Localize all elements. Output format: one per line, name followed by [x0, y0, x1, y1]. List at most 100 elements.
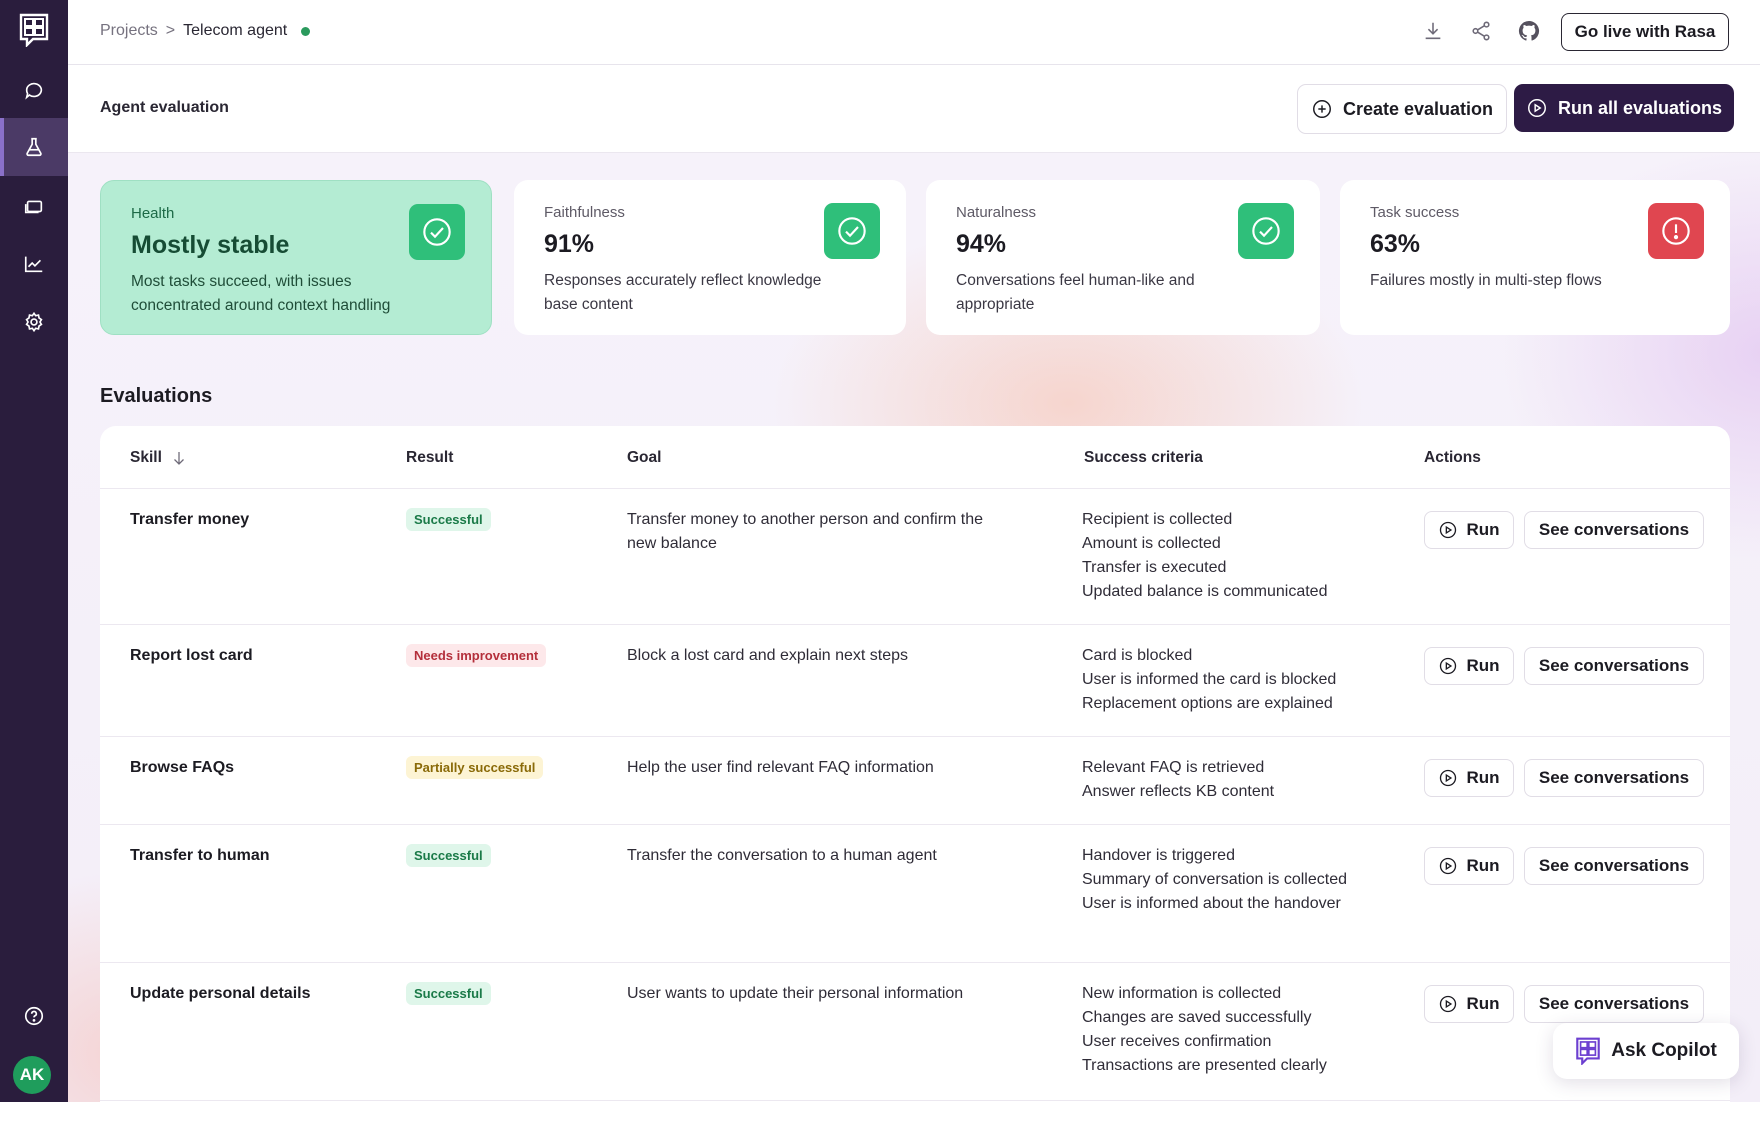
table-row: Update personal details Successful User wa… [100, 962, 1730, 1101]
status-badge: Partially successful [406, 756, 544, 779]
metric-description: Most tasks succeed, with issues concentr… [131, 273, 391, 314]
goal-text: User wants to update their personal info… [627, 985, 964, 1002]
success-criteria-list: New information is collected Changes are … [1082, 982, 1382, 1078]
criteria-item: User is informed the card is blocked [1082, 671, 1337, 688]
metric-card-health: Health Mostly stable Most tasks succeed,… [100, 180, 492, 335]
check-circle-icon [824, 203, 880, 259]
metric-card-naturalness: Naturalness 94% Conversations feel human… [926, 180, 1320, 335]
check-circle-icon [1238, 203, 1294, 259]
status-badge: Successful [406, 982, 491, 1005]
run-button[interactable]: Run [1424, 511, 1514, 549]
page-title: Agent evaluation [100, 99, 229, 116]
ask-copilot-button[interactable]: Ask Copilot [1553, 1023, 1739, 1079]
column-goal: Goal [627, 449, 662, 466]
play-circle-icon [1440, 769, 1457, 787]
criteria-item: Relevant FAQ is retrieved [1082, 759, 1265, 776]
breadcrumb: Projects > Telecom agent [100, 22, 311, 40]
table-header: Skill Result Goal Success criteria Actio… [100, 426, 1730, 489]
column-actions: Actions [1424, 449, 1481, 466]
top-bar: Projects > Telecom agent Go live with Ra… [68, 0, 1760, 65]
table-row: Transfer to human Successful Transfer the … [100, 824, 1730, 963]
rasa-logo-icon[interactable] [19, 13, 49, 48]
analytics-icon[interactable] [0, 235, 68, 293]
criteria-item: Handover is triggered [1082, 847, 1235, 864]
play-circle-icon [1527, 99, 1546, 117]
column-skill[interactable]: Skill [130, 449, 188, 467]
play-circle-icon [1440, 857, 1457, 875]
criteria-item: Replacement options are explained [1082, 695, 1333, 712]
criteria-item: User is informed about the handover [1082, 895, 1341, 912]
run-label: Run [1466, 656, 1500, 675]
sort-down-icon[interactable] [170, 449, 188, 467]
success-criteria-list: Handover is triggered Summary of conversa… [1082, 844, 1382, 916]
run-all-evaluations-label: Run all evaluations [1557, 97, 1723, 118]
plus-circle-icon [1312, 100, 1331, 118]
chat-icon[interactable] [0, 61, 68, 119]
status-dot [301, 26, 311, 36]
play-circle-icon [1440, 521, 1457, 539]
sidebar-rail: AK [0, 0, 68, 1102]
success-criteria-list: Card is blocked User is informed the card… [1082, 644, 1382, 716]
evaluations-table: Skill Result Goal Success criteria Actio… [100, 426, 1730, 1126]
run-button[interactable]: Run [1424, 847, 1514, 885]
go-live-button[interactable]: Go live with Rasa [1561, 13, 1729, 51]
column-result: Result [406, 449, 454, 466]
skill-name: Browse FAQs [130, 759, 235, 776]
run-label: Run [1466, 994, 1500, 1013]
success-criteria-list: Relevant FAQ is retrieved Answer reflects… [1082, 756, 1382, 804]
breadcrumb-separator: > [165, 22, 176, 39]
see-conversations-button[interactable]: See conversations [1524, 985, 1704, 1023]
breadcrumb-projects[interactable]: Projects [100, 22, 158, 40]
skill-name: Transfer money [130, 511, 250, 528]
metric-description: Failures mostly in multi-step flows [1370, 272, 1602, 289]
play-circle-icon [1440, 657, 1457, 675]
share-icon[interactable] [1468, 18, 1494, 44]
run-button[interactable]: Run [1424, 759, 1514, 797]
run-label: Run [1466, 768, 1500, 787]
table-row: Report lost card Needs improvement Block a… [100, 624, 1730, 737]
status-badge: Successful [406, 844, 491, 867]
run-label: Run [1466, 520, 1500, 539]
status-badge: Successful [406, 508, 491, 531]
criteria-item: Updated balance is communicated [1082, 583, 1328, 600]
status-badge: Needs improvement [406, 644, 547, 667]
see-conversations-button[interactable]: See conversations [1524, 511, 1704, 549]
criteria-item: Recipient is collected [1082, 511, 1233, 528]
see-conversations-button[interactable]: See conversations [1524, 647, 1704, 685]
breadcrumb-current[interactable]: Telecom agent [183, 22, 287, 40]
criteria-item: Transfer is executed [1082, 559, 1227, 576]
table-row: Transfer money Successful Transfer money t… [100, 488, 1730, 625]
run-button[interactable]: Run [1424, 985, 1514, 1023]
criteria-item: Transactions are presented clearly [1082, 1057, 1327, 1074]
goal-text: Transfer the conversation to a human age… [627, 847, 937, 864]
goal-text: Transfer money to another person and con… [627, 511, 984, 552]
skill-name: Transfer to human [130, 847, 270, 864]
github-icon[interactable] [1516, 18, 1542, 44]
criteria-item: New information is collected [1082, 985, 1282, 1002]
see-conversations-button[interactable]: See conversations [1524, 847, 1704, 885]
folder-icon[interactable] [0, 177, 68, 235]
criteria-item: Summary of conversation is collected [1082, 871, 1347, 888]
create-evaluation-button[interactable]: Create evaluation [1297, 84, 1507, 134]
gear-icon[interactable] [0, 293, 68, 351]
goal-text: Help the user find relevant FAQ informat… [627, 759, 934, 776]
download-icon[interactable] [1420, 18, 1446, 44]
column-success-criteria: Success criteria [1084, 449, 1203, 466]
criteria-item: Amount is collected [1082, 535, 1221, 552]
run-all-evaluations-button[interactable]: Run all evaluations [1514, 84, 1734, 132]
create-evaluation-label: Create evaluation [1342, 98, 1494, 119]
see-conversations-button[interactable]: See conversations [1524, 759, 1704, 797]
avatar[interactable]: AK [13, 1056, 51, 1094]
help-icon[interactable] [0, 987, 68, 1045]
metric-card-faithfulness: Faithfulness 91% Responses accurately re… [514, 180, 906, 335]
criteria-item: Answer reflects KB content [1082, 783, 1275, 800]
run-button[interactable]: Run [1424, 647, 1514, 685]
criteria-item: Card is blocked [1082, 647, 1193, 664]
criteria-item: User receives confirmation [1082, 1033, 1272, 1050]
skill-name: Report lost card [130, 647, 253, 664]
alert-circle-icon [1648, 203, 1704, 259]
page-header: Agent evaluation Create evaluation Run a… [68, 65, 1760, 153]
ask-copilot-label: Ask Copilot [1611, 1040, 1717, 1061]
flask-icon[interactable] [0, 118, 68, 176]
metric-description: Responses accurately reflect knowledge b… [544, 272, 822, 313]
